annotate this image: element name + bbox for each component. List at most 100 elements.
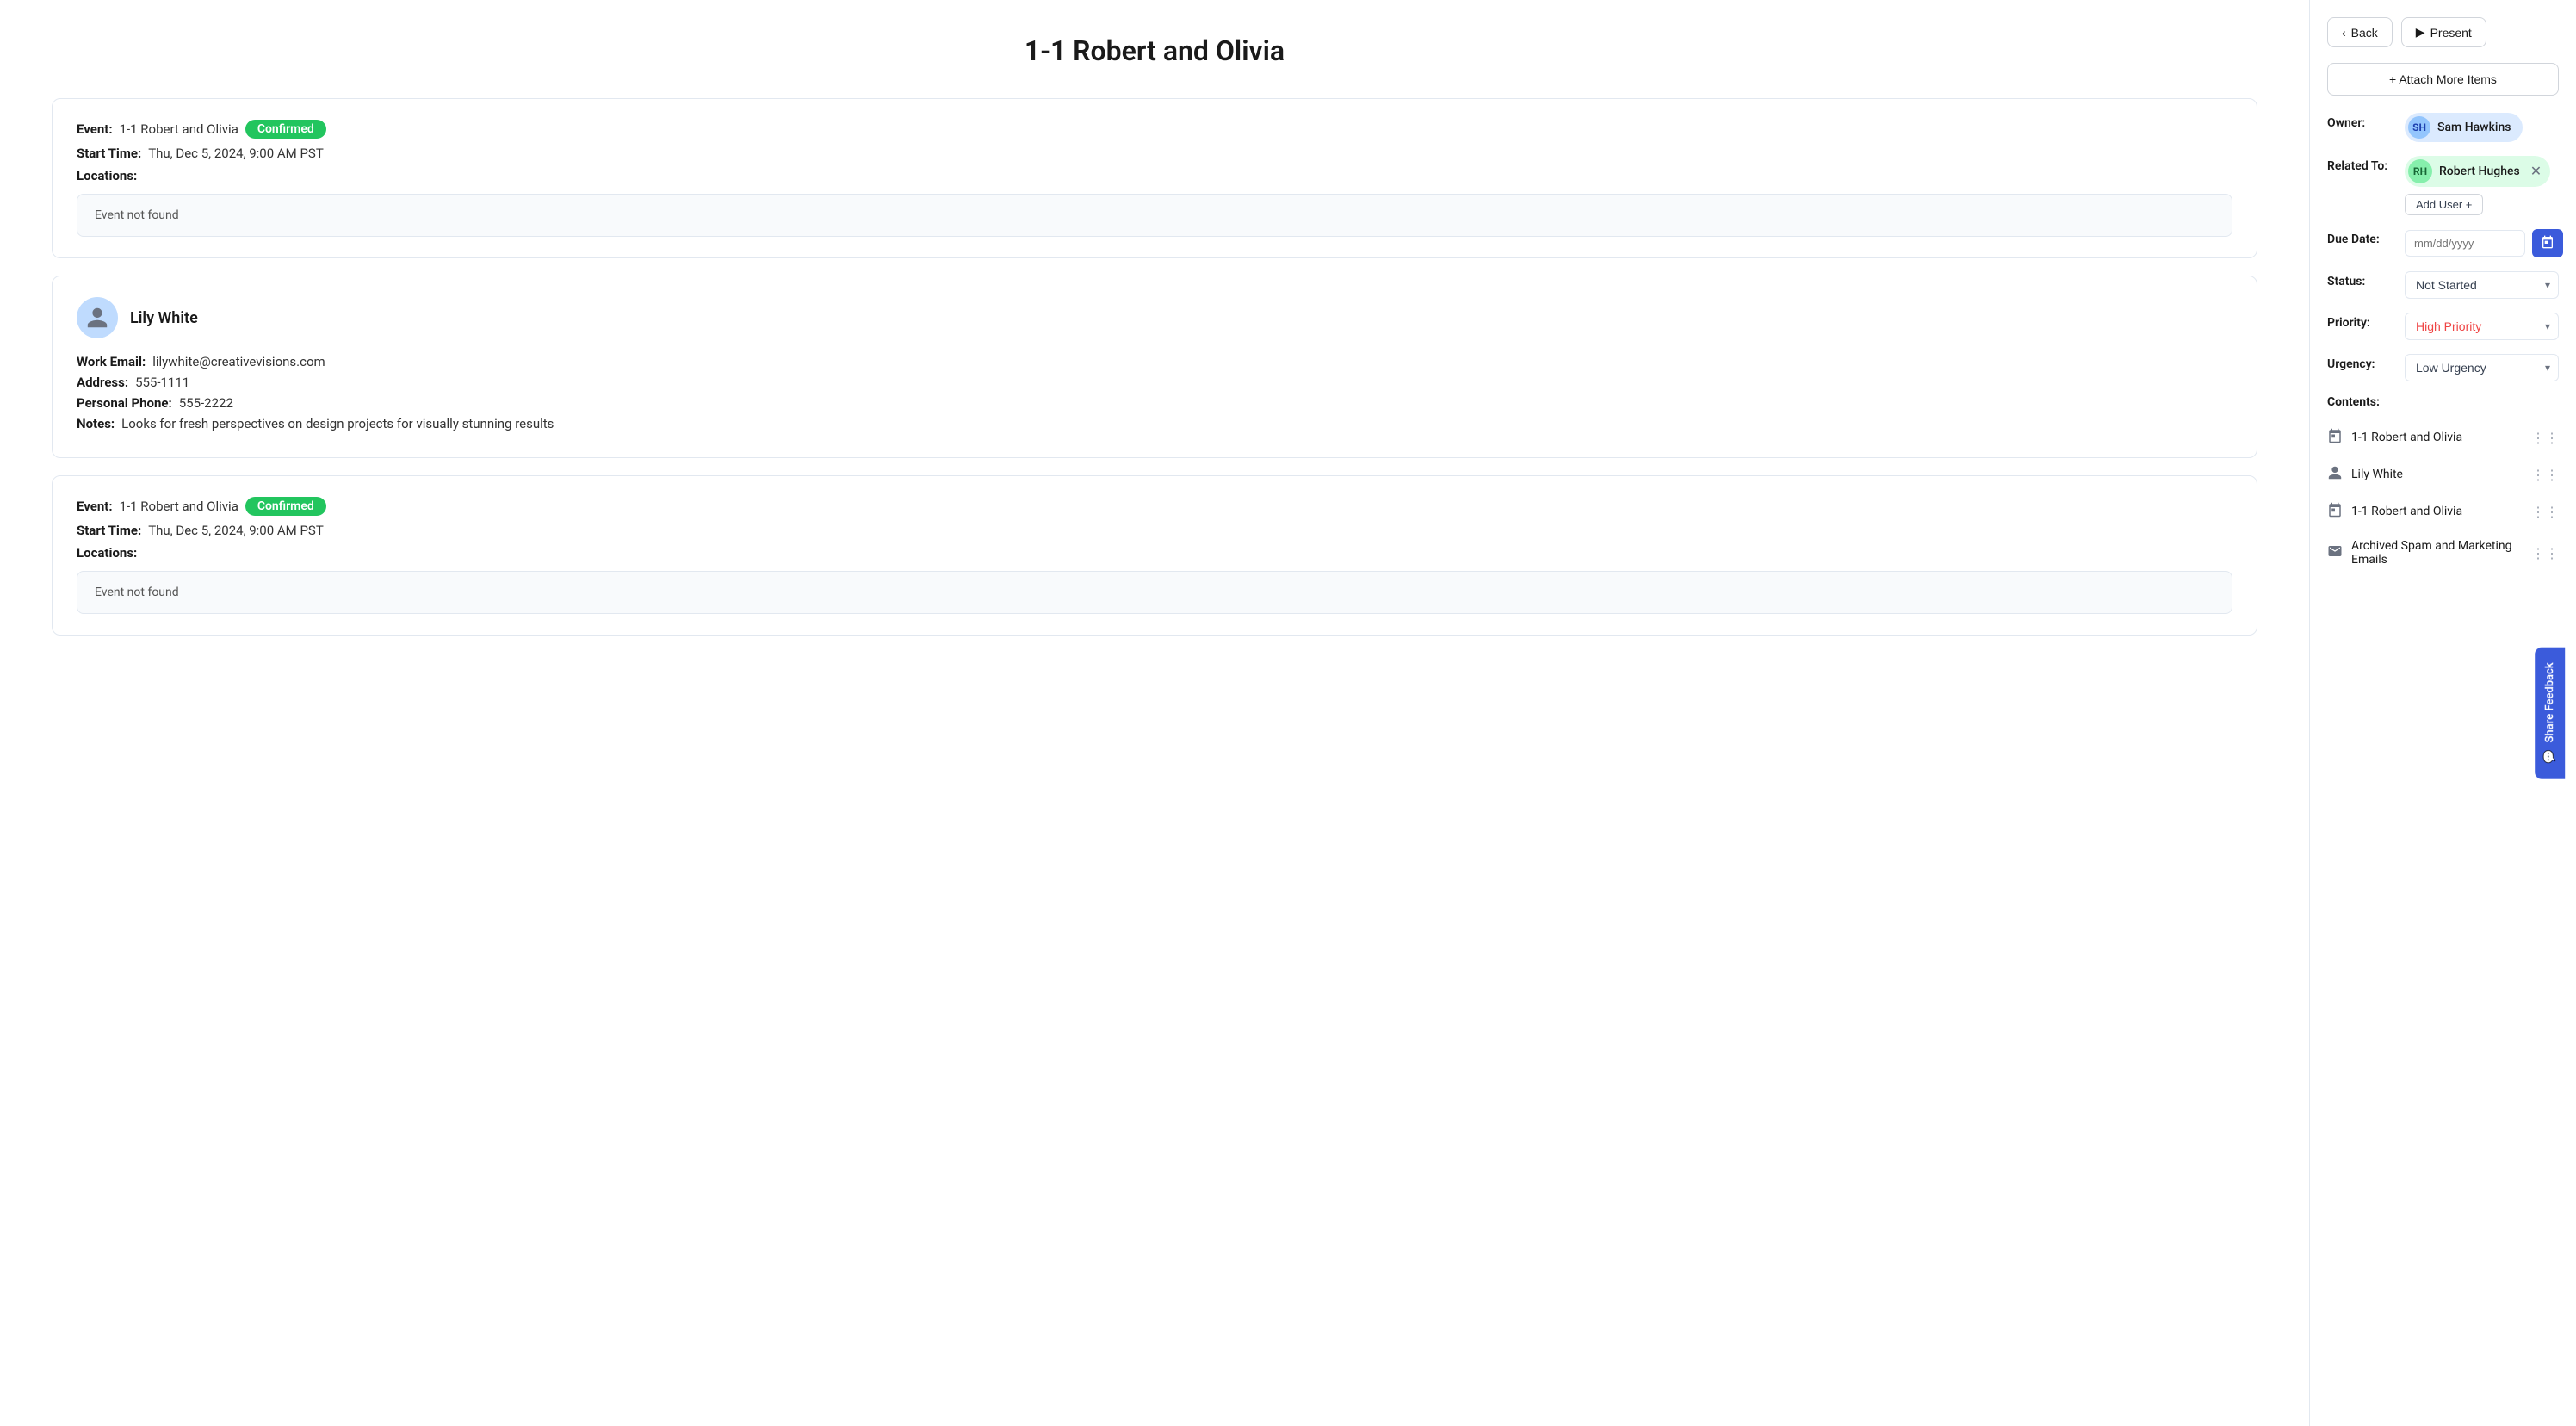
content-item-left-2: Lily White <box>2327 465 2531 484</box>
related-to-label: Related To: <box>2327 156 2396 173</box>
priority-row: Priority: High Priority Medium Priority … <box>2327 313 2559 340</box>
locations-field-1: Locations: <box>77 168 2232 183</box>
urgency-row: Urgency: Low Urgency Medium Urgency High… <box>2327 354 2559 381</box>
due-date-input[interactable] <box>2405 230 2525 257</box>
content-item-1: 1-1 Robert and Olivia ⋮⋮ <box>2327 419 2559 456</box>
owner-label: Owner: <box>2327 113 2396 130</box>
content-item-left-3: 1-1 Robert and Olivia <box>2327 502 2531 521</box>
related-name: Robert Hughes <box>2439 164 2520 178</box>
email-icon-4 <box>2327 543 2343 562</box>
attach-label: + Attach More Items <box>2389 72 2497 86</box>
remove-related-button[interactable]: ✕ <box>2530 163 2542 180</box>
attach-more-button[interactable]: + Attach More Items <box>2327 63 2559 96</box>
contents-list: 1-1 Robert and Olivia ⋮⋮ Lily White ⋮⋮ 1… <box>2327 419 2559 575</box>
contact-name: Lily White <box>130 309 198 327</box>
event-card-2: Event: 1-1 Robert and Olivia Confirmed S… <box>52 475 2257 636</box>
sidebar-header-buttons: ‹ Back ▶ Present <box>2327 17 2559 47</box>
event-not-found-1: Event not found <box>77 194 2232 237</box>
event-card-1: Event: 1-1 Robert and Olivia Confirmed S… <box>52 98 2257 258</box>
address-field: Address: 555-1111 <box>77 375 2232 390</box>
status-row: Status: Not Started In Progress Complete… <box>2327 271 2559 299</box>
drag-handle-3[interactable]: ⋮⋮ <box>2531 504 2559 520</box>
content-item-left-4: Archived Spam and Marketing Emails <box>2327 539 2531 567</box>
event-field-2: Event: 1-1 Robert and Olivia Confirmed <box>77 497 2232 516</box>
work-email-value: lilywhite@creativevisions.com <box>152 354 325 369</box>
back-label: Back <box>2351 26 2378 40</box>
content-item-name-2: Lily White <box>2351 468 2403 481</box>
calendar-icon-button[interactable] <box>2532 229 2563 257</box>
contents-label: Contents: <box>2327 395 2559 409</box>
feedback-tab[interactable]: 💬 Share Feedback <box>2535 647 2565 778</box>
status-badge-2: Confirmed <box>245 497 326 516</box>
event-label-2: Event: <box>77 499 113 514</box>
owner-name: Sam Hawkins <box>2437 121 2511 134</box>
urgency-select-wrapper: Low Urgency Medium Urgency High Urgency <box>2405 354 2559 381</box>
chat-icon: 💬 <box>2543 750 2556 764</box>
status-badge-1: Confirmed <box>245 120 326 139</box>
owner-value: SH Sam Hawkins <box>2405 113 2559 142</box>
event-field-1: Event: 1-1 Robert and Olivia Confirmed <box>77 120 2232 139</box>
add-user-button[interactable]: Add User + <box>2405 194 2483 215</box>
due-date-label: Due Date: <box>2327 229 2396 246</box>
priority-select[interactable]: High Priority Medium Priority Low Priori… <box>2405 313 2559 340</box>
calendar-icon-1 <box>2327 428 2343 447</box>
notes-value: Looks for fresh perspectives on design p… <box>121 416 554 431</box>
phone-field: Personal Phone: 555-2222 <box>77 395 2232 411</box>
main-content: 1-1 Robert and Olivia Event: 1-1 Robert … <box>0 0 2309 1426</box>
contact-card: Lily White Work Email: lilywhite@creativ… <box>52 276 2257 458</box>
notes-field: Notes: Looks for fresh perspectives on d… <box>77 416 2232 431</box>
owner-avatar: SH <box>2408 116 2430 139</box>
start-time-value-2: Thu, Dec 5, 2024, 9:00 AM PST <box>148 523 324 538</box>
related-chip[interactable]: RH Robert Hughes ✕ <box>2405 156 2550 187</box>
priority-label: Priority: <box>2327 313 2396 330</box>
contact-details: Work Email: lilywhite@creativevisions.co… <box>77 354 2232 431</box>
status-select[interactable]: Not Started In Progress Completed <box>2405 271 2559 299</box>
content-item-name-3: 1-1 Robert and Olivia <box>2351 505 2462 518</box>
status-label: Status: <box>2327 271 2396 288</box>
add-user-label: Add User + <box>2416 198 2472 211</box>
status-select-wrapper: Not Started In Progress Completed <box>2405 271 2559 299</box>
contact-icon-2 <box>2327 465 2343 484</box>
work-email-field: Work Email: lilywhite@creativevisions.co… <box>77 354 2232 369</box>
due-date-row: Due Date: <box>2327 229 2559 257</box>
owner-row: Owner: SH Sam Hawkins <box>2327 113 2559 142</box>
event-name-1: 1-1 Robert and Olivia <box>120 121 238 137</box>
address-label: Address: <box>77 375 128 390</box>
phone-value: 555-2222 <box>179 395 233 411</box>
drag-handle-4[interactable]: ⋮⋮ <box>2531 545 2559 561</box>
locations-label-2: Locations: <box>77 545 137 561</box>
address-value: 555-1111 <box>135 375 189 390</box>
related-avatar: RH <box>2408 159 2432 183</box>
back-chevron-icon: ‹ <box>2342 26 2346 40</box>
due-date-value <box>2405 229 2563 257</box>
back-button[interactable]: ‹ Back <box>2327 17 2393 47</box>
related-to-value: RH Robert Hughes ✕ Add User + <box>2405 156 2559 215</box>
owner-chip[interactable]: SH Sam Hawkins <box>2405 113 2523 142</box>
content-item-left-1: 1-1 Robert and Olivia <box>2327 428 2531 447</box>
event-not-found-2: Event not found <box>77 571 2232 614</box>
work-email-label: Work Email: <box>77 354 146 369</box>
present-icon: ▶ <box>2416 25 2425 40</box>
drag-handle-2[interactable]: ⋮⋮ <box>2531 467 2559 483</box>
page-title: 1-1 Robert and Olivia <box>52 34 2257 67</box>
start-time-field-1: Start Time: Thu, Dec 5, 2024, 9:00 AM PS… <box>77 146 2232 161</box>
notes-label: Notes: <box>77 416 115 431</box>
drag-handle-1[interactable]: ⋮⋮ <box>2531 430 2559 446</box>
content-item-4: Archived Spam and Marketing Emails ⋮⋮ <box>2327 530 2559 575</box>
content-item-name-1: 1-1 Robert and Olivia <box>2351 431 2462 444</box>
calendar-icon-3 <box>2327 502 2343 521</box>
event-label-1: Event: <box>77 121 113 137</box>
priority-select-wrapper: High Priority Medium Priority Low Priori… <box>2405 313 2559 340</box>
present-label: Present <box>2430 26 2472 40</box>
urgency-select[interactable]: Low Urgency Medium Urgency High Urgency <box>2405 354 2559 381</box>
feedback-label: Share Feedback <box>2543 662 2556 742</box>
event-name-2: 1-1 Robert and Olivia <box>120 499 238 514</box>
content-item-2: Lily White ⋮⋮ <box>2327 456 2559 493</box>
start-time-label-1: Start Time: <box>77 146 141 161</box>
content-item-3: 1-1 Robert and Olivia ⋮⋮ <box>2327 493 2559 530</box>
locations-field-2: Locations: <box>77 545 2232 561</box>
content-item-name-4: Archived Spam and Marketing Emails <box>2351 539 2531 567</box>
present-button[interactable]: ▶ Present <box>2401 17 2486 47</box>
avatar <box>77 297 118 338</box>
start-time-value-1: Thu, Dec 5, 2024, 9:00 AM PST <box>148 146 324 161</box>
